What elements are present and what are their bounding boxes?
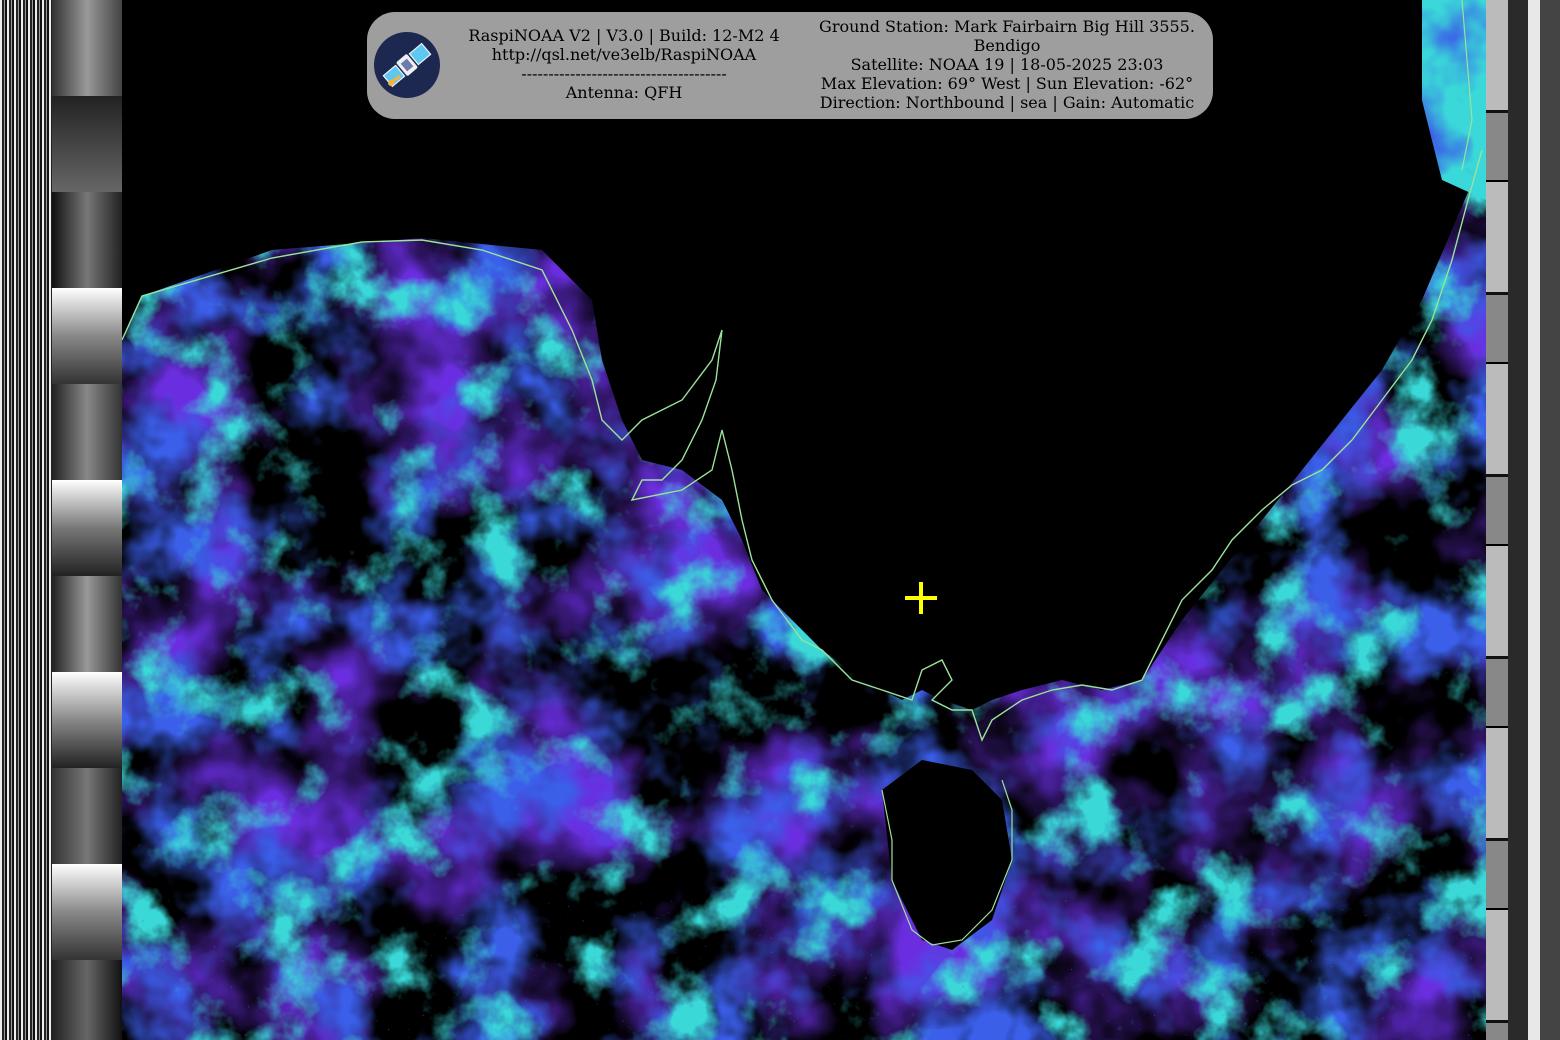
app-url: http://qsl.net/ve3elb/RaspiNOAA [491, 45, 757, 64]
app-version: RaspiNOAA V2 | V3.0 | Build: 12-M2 4 [468, 26, 780, 45]
telemetry-strip-left [52, 0, 122, 1040]
antenna-info: Antenna: QFH [565, 83, 683, 102]
satellite-image-svg [122, 0, 1486, 1040]
app-info: RaspiNOAA V2 | V3.0 | Build: 12-M2 4 htt… [459, 26, 789, 102]
info-overlay: RaspiNOAA V2 | V3.0 | Build: 12-M2 4 htt… [367, 12, 1213, 119]
sync-strip-right [1486, 0, 1508, 1040]
satellite-image [122, 0, 1486, 1040]
pass-info: Ground Station: Mark Fairbairn Big Hill … [807, 17, 1207, 112]
crosshair-icon [905, 582, 937, 614]
direction-info: Direction: Northbound | sea | Gain: Auto… [819, 93, 1195, 112]
divider-line: -------------------------------------- [521, 64, 727, 83]
ground-station-location: Bendigo [973, 36, 1041, 55]
satellite-icon [374, 32, 440, 98]
sync-strip-left [0, 0, 52, 1040]
ground-station: Ground Station: Mark Fairbairn Big Hill … [819, 17, 1195, 36]
satellite-info: Satellite: NOAA 19 | 18-05-2025 23:03 [850, 55, 1164, 74]
elevation-info: Max Elevation: 69° West | Sun Elevation:… [820, 74, 1194, 93]
telemetry-strip-right [1508, 0, 1560, 1040]
cloud-layer [122, 150, 1486, 1040]
